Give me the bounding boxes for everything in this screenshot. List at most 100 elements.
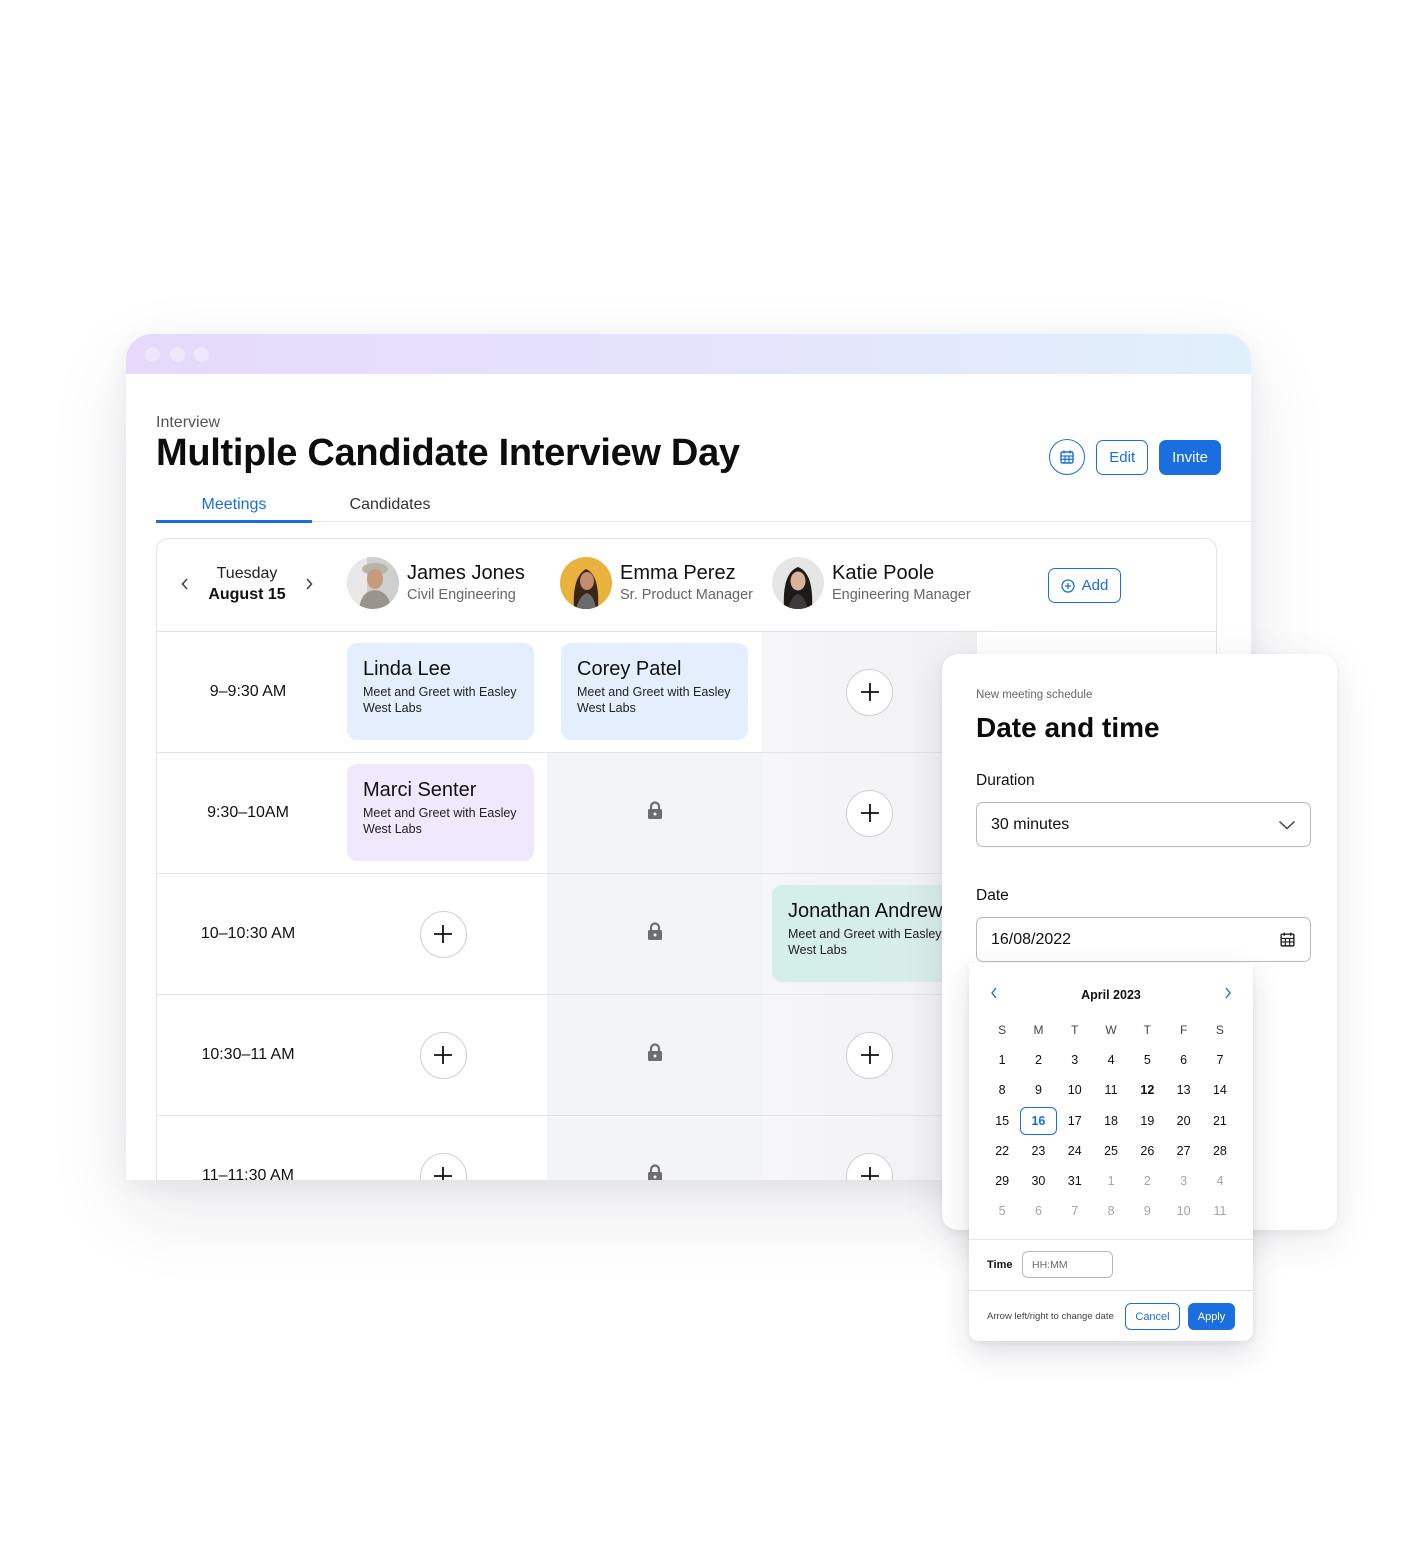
schedule-cell: Corey Patel Meet and Greet with Easley We… (547, 632, 762, 752)
interviewer-role: Sr. Product Manager (620, 587, 753, 603)
calendar-button[interactable] (1049, 439, 1086, 475)
window-dot[interactable] (170, 347, 185, 362)
calendar-icon (1280, 932, 1295, 947)
apply-button[interactable]: Apply (1188, 1303, 1235, 1330)
calendar-day[interactable]: 10 (1165, 1196, 1201, 1226)
window-dot[interactable] (145, 347, 160, 362)
calendar-day[interactable]: 1 (1093, 1166, 1129, 1196)
duration-select[interactable]: 30 minutes (976, 802, 1311, 847)
calendar-day[interactable]: 15 (984, 1106, 1020, 1136)
calendar-day[interactable]: 23 (1020, 1136, 1056, 1166)
chevron-right-icon (306, 578, 313, 590)
interviewer-column-header[interactable]: James Jones Civil Engineering (347, 557, 525, 609)
meeting-card[interactable]: Linda Lee Meet and Greet with Easley West… (347, 643, 534, 740)
calendar-day[interactable]: 19 (1129, 1106, 1165, 1136)
avatar (560, 557, 612, 609)
calendar-day[interactable]: 21 (1202, 1106, 1238, 1136)
calendar-day[interactable]: 5 (1129, 1045, 1165, 1075)
calendar-day[interactable]: 1 (984, 1045, 1020, 1075)
calendar-day[interactable]: 4 (1093, 1045, 1129, 1075)
calendar-day[interactable]: 18 (1093, 1106, 1129, 1136)
calendar-day[interactable]: 5 (984, 1196, 1020, 1226)
interviewer-column-header[interactable]: Katie Poole Engineering Manager (772, 557, 971, 609)
add-meeting-button[interactable] (846, 789, 893, 837)
schedule-cell: Marci Senter Meet and Greet with Easley W… (339, 753, 547, 873)
plus-icon (860, 683, 879, 701)
calendar-day[interactable]: 6 (1165, 1045, 1201, 1075)
add-meeting-button[interactable] (846, 1152, 893, 1180)
next-day-button[interactable] (299, 574, 319, 594)
calendar-day[interactable]: 2 (1020, 1045, 1056, 1075)
calendar-day[interactable]: 13 (1165, 1075, 1201, 1105)
plus-icon (434, 1167, 452, 1180)
calendar-day[interactable]: 3 (1057, 1045, 1093, 1075)
calendar-day[interactable]: 7 (1057, 1196, 1093, 1226)
calendar-day[interactable]: 26 (1129, 1136, 1165, 1166)
calendar-day[interactable]: 14 (1202, 1075, 1238, 1105)
weekday-header: W (1105, 1023, 1117, 1038)
meeting-card[interactable]: Marci Senter Meet and Greet with Easley W… (347, 764, 534, 861)
add-meeting-button[interactable] (419, 1152, 467, 1180)
date-day-month: August 15 (208, 586, 286, 603)
cancel-button[interactable]: Cancel (1125, 1303, 1180, 1330)
tab-candidates[interactable]: Candidates (312, 492, 468, 521)
calendar-day[interactable]: 31 (1057, 1166, 1093, 1196)
date-value: 16/08/2022 (991, 930, 1072, 948)
time-slot-label: 9–9:30 AM (209, 683, 287, 700)
calendar-icon (1060, 450, 1074, 464)
plus-icon (434, 925, 452, 943)
calendar-day[interactable]: 8 (984, 1075, 1020, 1105)
add-meeting-button[interactable] (846, 668, 893, 716)
calendar-day[interactable]: 28 (1202, 1136, 1238, 1166)
calendar-day[interactable]: 24 (1057, 1136, 1093, 1166)
calendar-day[interactable]: 25 (1093, 1136, 1129, 1166)
breadcrumb[interactable]: Interview (156, 414, 220, 432)
current-date: Tuesday August 15 (195, 563, 299, 605)
calendar-day[interactable]: 7 (1202, 1045, 1238, 1075)
calendar-day[interactable]: 30 (1020, 1166, 1056, 1196)
calendar-day[interactable]: 3 (1165, 1166, 1201, 1196)
plus-circle-icon (1060, 578, 1075, 593)
calendar-day[interactable]: 17 (1057, 1106, 1093, 1136)
tab-meetings[interactable]: Meetings (156, 492, 312, 523)
panel-subtitle: New meeting schedule (976, 689, 1093, 701)
calendar-day[interactable]: 6 (1020, 1196, 1056, 1226)
prev-day-button[interactable] (175, 574, 195, 594)
calendar-day[interactable]: 27 (1165, 1136, 1201, 1166)
date-input[interactable]: 16/08/2022 (976, 917, 1311, 962)
calendar-day[interactable]: 10 (1057, 1075, 1093, 1105)
lock-icon (647, 1164, 662, 1180)
interviewer-role: Engineering Manager (832, 587, 971, 603)
calendar-day-selected[interactable]: 16 (1020, 1106, 1057, 1135)
calendar-day[interactable]: 8 (1093, 1196, 1129, 1226)
calendar-day[interactable]: 9 (1020, 1075, 1056, 1105)
calendar-day[interactable]: 11 (1093, 1075, 1129, 1105)
meeting-description: Meet and Greet with Easley West Labs (577, 685, 731, 715)
calendar-day[interactable]: 12 (1129, 1075, 1165, 1105)
window-dot[interactable] (194, 347, 209, 362)
add-meeting-button[interactable] (846, 1031, 893, 1079)
calendar-day[interactable]: 29 (984, 1166, 1020, 1196)
calendar-day[interactable]: 4 (1202, 1166, 1238, 1196)
invite-button[interactable]: Invite (1159, 439, 1221, 475)
keyboard-hint: Arrow left/right to change date (987, 1311, 1114, 1322)
meeting-description: Meet and Greet with Easley West Labs (363, 806, 517, 836)
add-interviewer-button[interactable]: Add (1048, 568, 1121, 603)
edit-button[interactable]: Edit (1096, 439, 1149, 475)
calendar-day[interactable]: 9 (1129, 1196, 1165, 1226)
calendar-day[interactable]: 11 (1202, 1196, 1238, 1226)
calendar-day[interactable]: 2 (1129, 1166, 1165, 1196)
meeting-card[interactable]: Corey Patel Meet and Greet with Easley We… (561, 643, 748, 740)
calendar-day[interactable]: 20 (1165, 1106, 1201, 1136)
open-calendar-button[interactable] (1279, 931, 1296, 948)
interviewer-column-header[interactable]: Emma Perez Sr. Product Manager (560, 557, 753, 609)
next-month-button[interactable] (1223, 985, 1233, 1006)
date-navigator: Tuesday August 15 (175, 563, 319, 605)
add-meeting-button[interactable] (419, 1031, 467, 1079)
locked-slot (647, 1164, 663, 1180)
time-input[interactable] (1022, 1251, 1113, 1278)
avatar (347, 557, 399, 609)
calendar-day[interactable]: 22 (984, 1136, 1020, 1166)
meeting-description: Meet and Greet with Easley West Labs (788, 927, 942, 957)
add-meeting-button[interactable] (419, 910, 467, 958)
